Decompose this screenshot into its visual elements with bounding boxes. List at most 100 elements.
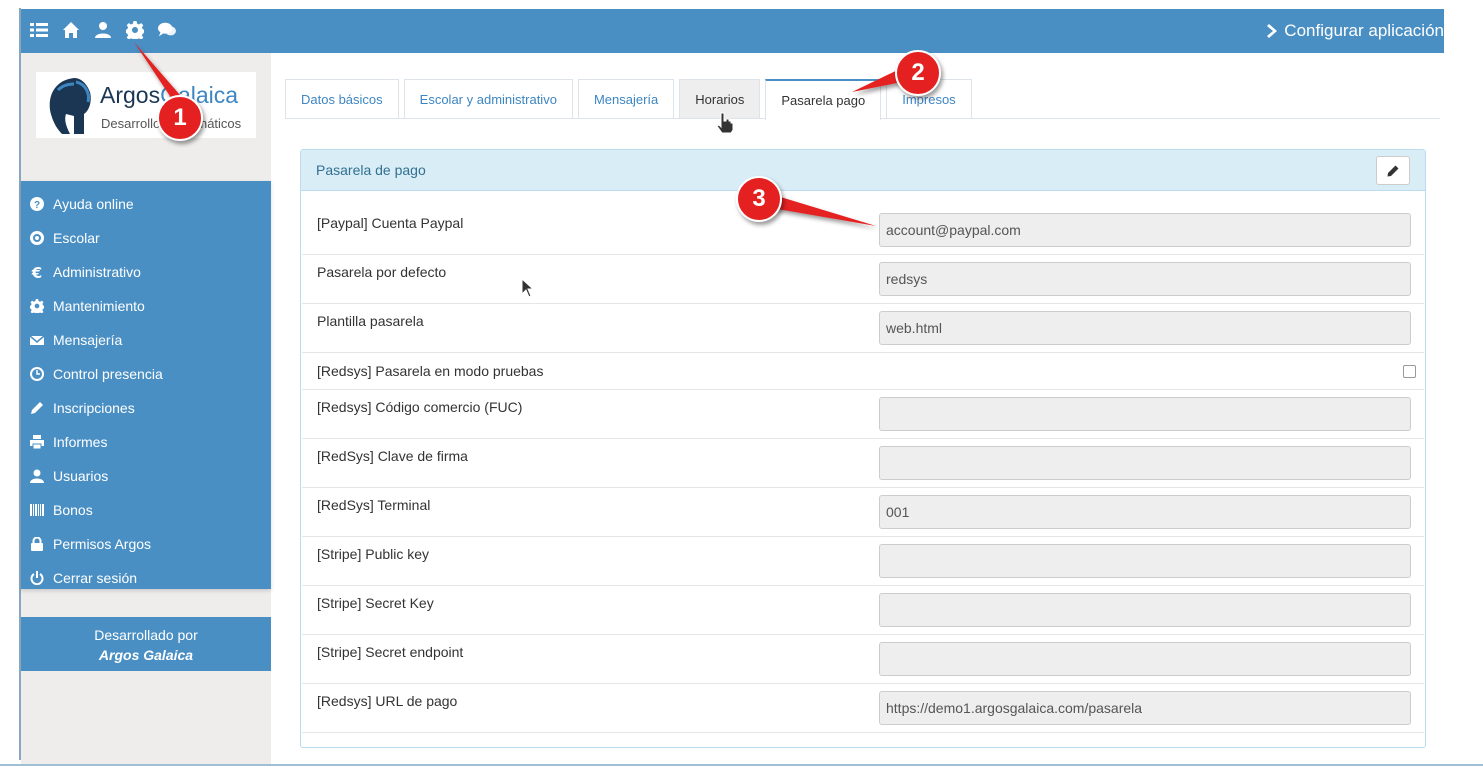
sidebar-item-inscripciones[interactable]: Inscripciones	[21, 391, 271, 425]
stripe-secret-endpoint-field[interactable]	[879, 642, 1411, 676]
tab-escolar-administrativo[interactable]: Escolar y administrativo	[403, 79, 573, 118]
sidebar-item-label: Informes	[53, 434, 108, 450]
callout-badge-1: 1	[157, 95, 203, 141]
svg-text:?: ?	[34, 200, 40, 211]
clock-circle-icon	[28, 229, 46, 247]
sidebar-item-escolar[interactable]: Escolar	[21, 221, 271, 255]
setting-label: [Stripe] Public key	[317, 546, 430, 562]
lock-icon	[28, 535, 46, 553]
setting-label: Plantilla pasarela	[317, 313, 424, 329]
credit-line1: Desarrollado por	[94, 627, 198, 643]
helmet-logo-icon	[49, 78, 91, 134]
sidebar-item-usuarios[interactable]: Usuarios	[21, 459, 271, 493]
setting-row-stripe-secret-key: [Stripe] Secret Key	[302, 586, 1424, 635]
sidebar-item-informes[interactable]: Informes	[21, 425, 271, 459]
setting-label: [Stripe] Secret endpoint	[317, 644, 464, 660]
sidebar-item-label: Ayuda online	[53, 196, 134, 212]
credit-company-name: Argos Galaica	[98, 647, 194, 663]
gateway-template-field[interactable]: web.html	[879, 311, 1411, 345]
setting-label: [Paypal] Cuenta Paypal	[317, 215, 464, 231]
gear-icon[interactable]	[125, 19, 145, 41]
sidebar-item-label: Usuarios	[53, 468, 109, 484]
sidebar-item-label: Mensajería	[53, 332, 123, 348]
user-icon[interactable]	[93, 19, 113, 41]
stripe-secret-key-field[interactable]	[879, 593, 1411, 627]
default-gateway-field[interactable]: redsys	[879, 262, 1411, 296]
sidebar-item-bonos[interactable]: Bonos	[21, 493, 271, 527]
edit-button[interactable]	[1376, 156, 1410, 185]
setting-label: [Stripe] Secret Key	[317, 595, 434, 611]
arrow-cursor-icon	[521, 278, 535, 298]
barcode-icon	[28, 501, 46, 519]
tab-pasarela-pago[interactable]: Pasarela pago	[765, 79, 882, 120]
sidebar-item-label: Permisos Argos	[53, 536, 152, 552]
redsys-test-mode-checkbox[interactable]	[1403, 365, 1416, 378]
setting-row-redsys-signature-key: [RedSys] Clave de firma	[302, 439, 1424, 488]
redsys-payment-url-field[interactable]: https://demo1.argosgalaica.com/pasarela	[879, 691, 1411, 725]
chevron-right-icon	[1267, 24, 1278, 38]
sidebar-menu: ? Ayuda online Escolar € Administrativo …	[21, 181, 271, 589]
callout-badge-3: 3	[736, 176, 782, 222]
setting-row-redsys-merchant-code: [Redsys] Código comercio (FUC)	[302, 390, 1424, 439]
svg-text:€: €	[31, 265, 42, 279]
redsys-terminal-field[interactable]: 001	[879, 495, 1411, 529]
setting-label: [Redsys] URL de pago	[317, 693, 458, 709]
clock-icon	[28, 365, 46, 383]
sidebar-item-mantenimiento[interactable]: Mantenimiento	[21, 289, 271, 323]
paypal-account-field[interactable]: account@paypal.com	[879, 213, 1411, 247]
redsys-signature-key-field[interactable]	[879, 446, 1411, 480]
payment-gateway-panel: Pasarela de pago [Paypal] Cuenta Paypal …	[300, 149, 1426, 748]
config-label: Configurar aplicación	[1284, 21, 1444, 40]
developer-credit: Desarrollado por Argos Galaica	[21, 617, 271, 671]
setting-label: [RedSys] Clave de firma	[317, 448, 468, 464]
sidebar-item-permisos-argos[interactable]: Permisos Argos	[21, 527, 271, 561]
brand-name-part1: Argos	[100, 82, 161, 108]
gear-icon	[28, 297, 46, 315]
tab-datos-basicos[interactable]: Datos básicos	[285, 79, 399, 118]
stripe-public-key-field[interactable]	[879, 544, 1411, 578]
frame-bottom-border	[0, 764, 1483, 766]
setting-row-paypal-account: [Paypal] Cuenta Paypal account@paypal.co…	[302, 191, 1424, 255]
redsys-merchant-code-field[interactable]	[879, 397, 1411, 431]
envelope-icon	[28, 331, 46, 349]
setting-row-redsys-test-mode: [Redsys] Pasarela en modo pruebas	[302, 353, 1424, 390]
setting-label: [RedSys] Terminal	[317, 497, 431, 513]
setting-row-gateway-template: Plantilla pasarela web.html	[302, 304, 1424, 353]
argos-logo[interactable]: ArgosGalaica Desarrollos Informáticos	[36, 72, 256, 138]
setting-label: Pasarela por defecto	[317, 264, 447, 280]
setting-row-redsys-payment-url: [Redsys] URL de pago https://demo1.argos…	[302, 684, 1424, 733]
setting-row-stripe-secret-endpoint: [Stripe] Secret endpoint	[302, 635, 1424, 684]
sidebar-item-label: Bonos	[53, 502, 93, 518]
user-icon	[28, 467, 46, 485]
sidebar-item-ayuda-online[interactable]: ? Ayuda online	[21, 187, 271, 221]
settings-tabs: Datos básicos Escolar y administrativo M…	[285, 79, 977, 120]
list-icon[interactable]	[29, 19, 49, 41]
power-icon	[28, 569, 46, 587]
tab-mensajeria[interactable]: Mensajería	[577, 79, 675, 118]
panel-title: Pasarela de pago	[316, 162, 426, 178]
sidebar-item-administrativo[interactable]: € Administrativo	[21, 255, 271, 289]
pencil-icon	[1387, 165, 1399, 176]
euro-icon: €	[28, 263, 46, 281]
question-circle-icon: ?	[28, 195, 46, 213]
setting-row-stripe-public-key: [Stripe] Public key	[302, 537, 1424, 586]
print-icon	[28, 433, 46, 451]
home-icon[interactable]	[61, 19, 81, 41]
configure-app-link[interactable]: Configurar aplicación	[1266, 21, 1444, 41]
sidebar-item-label: Escolar	[53, 230, 100, 246]
sidebar-item-control-presencia[interactable]: Control presencia	[21, 357, 271, 391]
sidebar-item-label: Control presencia	[53, 366, 163, 382]
sidebar-item-cerrar-sesion[interactable]: Cerrar sesión	[21, 561, 271, 595]
setting-label: [Redsys] Código comercio (FUC)	[317, 399, 523, 415]
sidebar-item-label: Cerrar sesión	[53, 570, 138, 586]
callout-badge-2: 2	[895, 50, 941, 96]
setting-row-redsys-terminal: [RedSys] Terminal 001	[302, 488, 1424, 537]
sidebar-item-mensajeria[interactable]: Mensajería	[21, 323, 271, 357]
chat-icon[interactable]	[157, 19, 177, 41]
pencil-icon	[28, 399, 46, 417]
top-navbar: Configurar aplicación	[21, 9, 1444, 53]
topbar-icons	[29, 19, 177, 41]
hand-cursor-icon	[716, 112, 734, 134]
sidebar-item-label: Inscripciones	[53, 400, 135, 416]
setting-row-default-gateway: Pasarela por defecto redsys	[302, 255, 1424, 304]
